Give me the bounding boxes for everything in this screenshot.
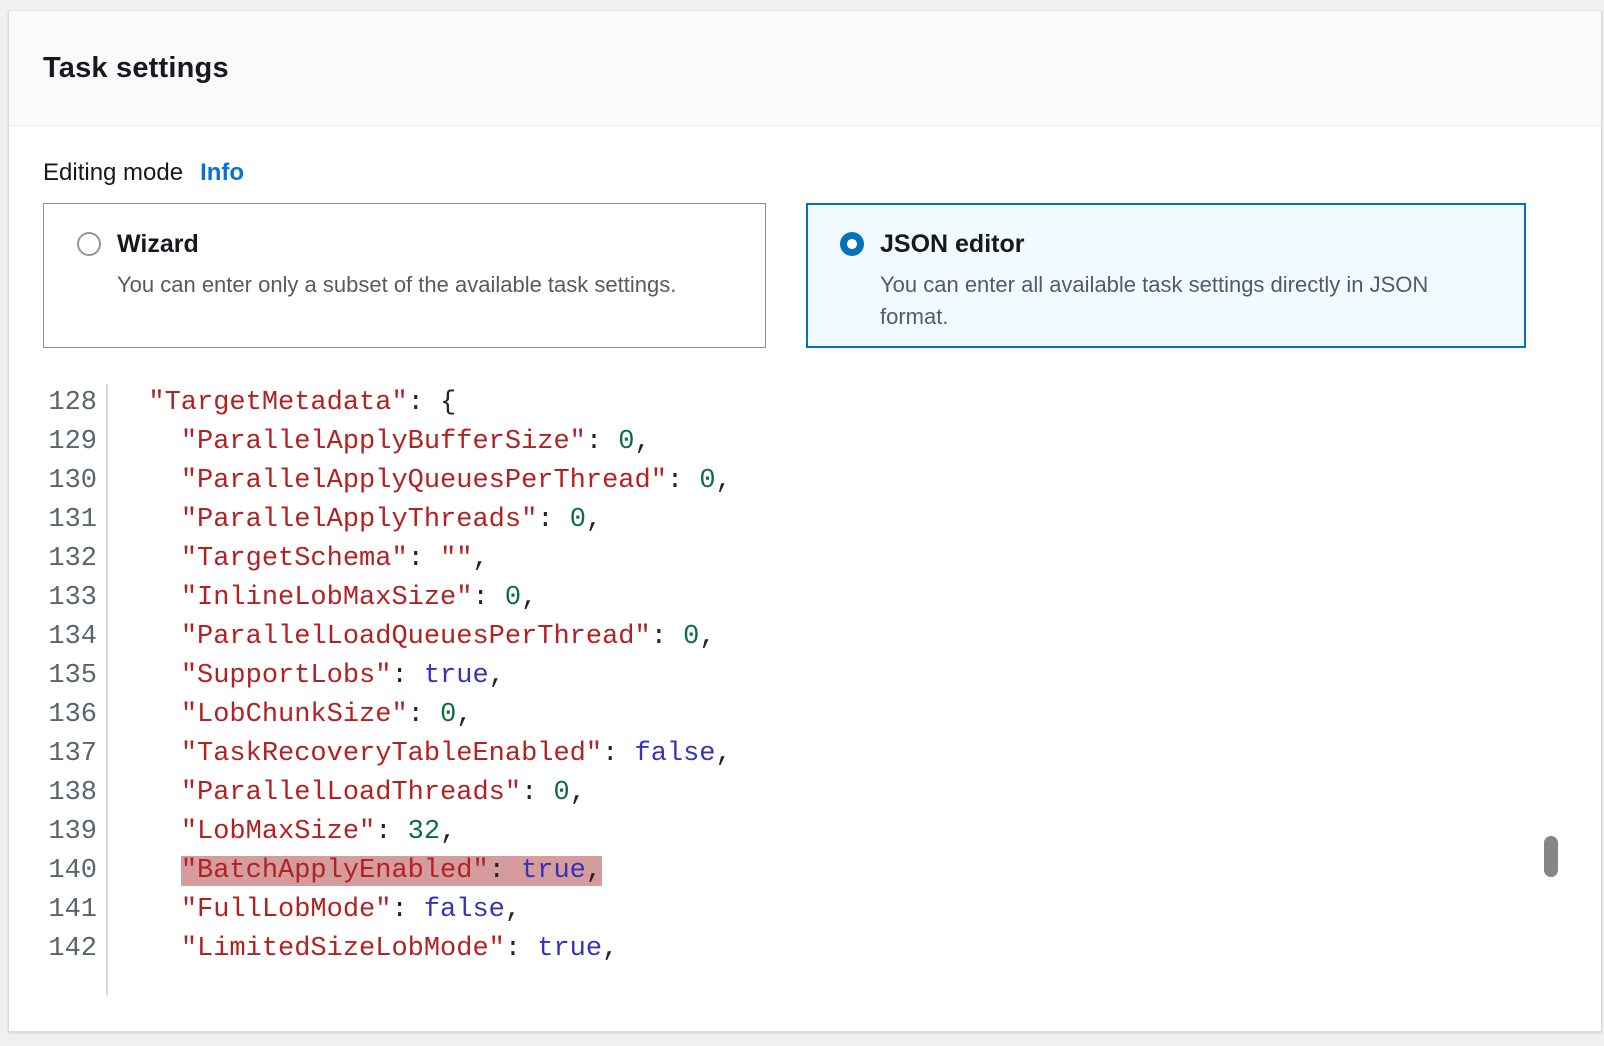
code-line: 133 "InlineLobMaxSize": 0, <box>35 579 1601 618</box>
json-editor-radio[interactable] <box>840 232 864 256</box>
info-link[interactable]: Info <box>200 159 244 187</box>
code-line: 131 "ParallelApplyThreads": 0, <box>35 501 1601 540</box>
code-line: 135 "SupportLobs": true, <box>35 657 1601 696</box>
json-editor-description: You can enter all available task setting… <box>880 269 1500 333</box>
panel-header: Task settings <box>9 11 1601 126</box>
line-number: 140 <box>35 852 108 891</box>
json-editor-tile[interactable]: JSON editor You can enter all available … <box>806 203 1526 348</box>
line-number: 133 <box>35 579 108 618</box>
code-line: 134 "ParallelLoadQueuesPerThread": 0, <box>35 618 1601 657</box>
code-line: 138 "ParallelLoadThreads": 0, <box>35 774 1601 813</box>
json-code-editor[interactable]: 128 "TargetMetadata": {129 "ParallelAppl… <box>35 384 1601 995</box>
code-line: 142 "LimitedSizeLobMode": true, <box>35 930 1601 969</box>
line-number: 136 <box>35 696 108 735</box>
line-number: 142 <box>35 930 108 969</box>
code-line: 129 "ParallelApplyBufferSize": 0, <box>35 423 1601 462</box>
code-line: 132 "TargetSchema": "", <box>35 540 1601 579</box>
code-line: 130 "ParallelApplyQueuesPerThread": 0, <box>35 462 1601 501</box>
line-number: 138 <box>35 774 108 813</box>
highlighted-code: "BatchApplyEnabled": true, <box>181 856 602 886</box>
code-line: 136 "LobChunkSize": 0, <box>35 696 1601 735</box>
code-line: 137 "TaskRecoveryTableEnabled": false, <box>35 735 1601 774</box>
line-number: 135 <box>35 657 108 696</box>
code-line: 141 "FullLobMode": false, <box>35 891 1601 930</box>
code-line: 139 "LobMaxSize": 32, <box>35 813 1601 852</box>
line-number: 132 <box>35 540 108 579</box>
line-number: 141 <box>35 891 108 930</box>
panel-body: Editing mode Info Wizard You can enter o… <box>9 126 1601 995</box>
wizard-tile[interactable]: Wizard You can enter only a subset of th… <box>43 203 766 348</box>
line-number: 139 <box>35 813 108 852</box>
editing-mode-label: Editing mode <box>43 159 183 187</box>
page: { "header": { "title": "Task settings" }… <box>0 0 1604 1046</box>
line-number: 137 <box>35 735 108 774</box>
task-settings-panel: Task settings Editing mode Info Wizard Y… <box>8 10 1602 1032</box>
editing-mode-options: Wizard You can enter only a subset of th… <box>43 203 1601 348</box>
wizard-description: You can enter only a subset of the avail… <box>117 269 676 301</box>
editing-mode-row: Editing mode Info <box>43 159 1601 187</box>
code-lines: 128 "TargetMetadata": {129 "ParallelAppl… <box>35 384 1601 995</box>
json-editor-label: JSON editor <box>880 230 1500 259</box>
line-number: 131 <box>35 501 108 540</box>
line-number: 128 <box>35 384 108 423</box>
line-number: 130 <box>35 462 108 501</box>
line-number: 134 <box>35 618 108 657</box>
wizard-label: Wizard <box>117 230 676 259</box>
code-line: 128 "TargetMetadata": { <box>35 384 1601 423</box>
wizard-radio[interactable] <box>77 232 101 256</box>
scrollbar-thumb[interactable] <box>1544 836 1558 877</box>
line-number: 129 <box>35 423 108 462</box>
code-line: 140 "BatchApplyEnabled": true, <box>35 852 1601 891</box>
page-title: Task settings <box>43 52 229 85</box>
